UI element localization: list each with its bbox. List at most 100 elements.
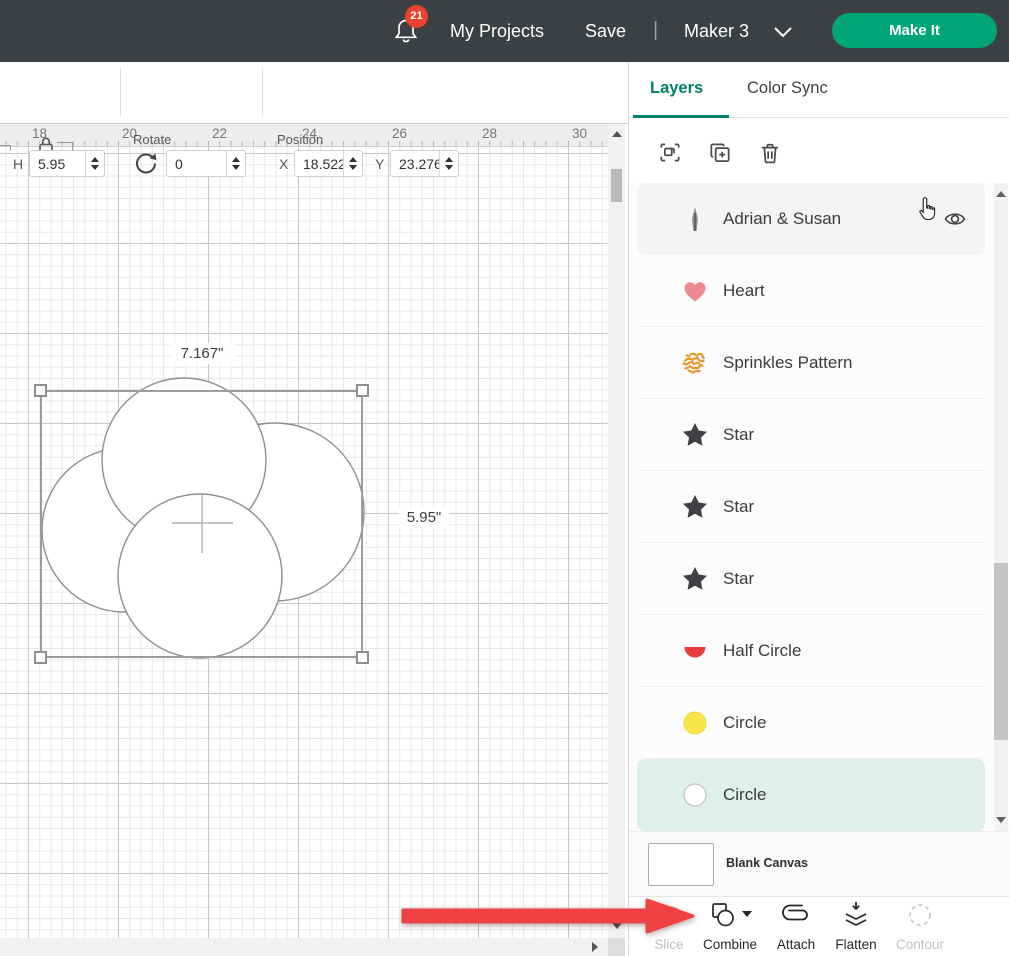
scroll-right-arrow-icon[interactable] <box>592 942 598 952</box>
slice-icon <box>654 901 684 929</box>
layer-label: Star <box>723 425 754 445</box>
save-link[interactable]: Save <box>585 0 626 62</box>
select-all-icon[interactable] <box>657 140 683 166</box>
rotate-input-box <box>166 150 246 177</box>
selection-handle-bottom-right[interactable] <box>356 651 369 664</box>
layer-row-heart[interactable]: Heart <box>637 255 985 327</box>
position-x-input-box <box>294 150 363 177</box>
chevron-down-icon[interactable] <box>773 26 793 38</box>
panel-tabs: Layers Color Sync <box>629 62 1009 118</box>
layer-actions-bar: Slice Combine Attach Flatten <box>629 896 1009 956</box>
position-y-stepper[interactable] <box>439 151 458 176</box>
combine-button[interactable]: Combine <box>697 901 763 952</box>
rotate-icon[interactable] <box>132 149 159 176</box>
flatten-button[interactable]: Flatten <box>823 901 889 952</box>
tab-layers[interactable]: Layers <box>650 79 703 98</box>
selection-handle-top-right[interactable] <box>356 384 369 397</box>
attach-icon <box>779 901 813 929</box>
combine-caret-icon[interactable] <box>742 911 752 917</box>
toolbar-separator <box>120 68 121 116</box>
selection-handle-bottom-left[interactable] <box>34 651 47 664</box>
layer-row-star[interactable]: Star <box>637 399 985 471</box>
ruler-tick-label: 30 <box>572 126 587 141</box>
scroll-down-arrow-icon[interactable] <box>612 923 622 929</box>
scrollbar-corner <box>608 938 625 956</box>
layer-label: Circle <box>723 785 766 805</box>
circle-icon <box>681 709 709 737</box>
rotate-stepper[interactable] <box>226 151 245 176</box>
layers-scrollbar-thumb[interactable] <box>994 563 1008 740</box>
active-tab-underline <box>633 115 729 118</box>
height-stepper[interactable] <box>85 151 104 176</box>
half-circle-icon <box>681 637 709 665</box>
layer-row-circle-white[interactable]: Circle <box>637 759 985 831</box>
layer-row-half-circle[interactable]: Half Circle <box>637 615 985 687</box>
visibility-eye-icon[interactable] <box>943 207 967 231</box>
position-x-input[interactable] <box>295 151 343 176</box>
topbar-divider: | <box>653 0 658 62</box>
my-projects-link[interactable]: My Projects <box>450 0 544 62</box>
layer-row-adrian-susan[interactable]: Adrian & Susan <box>637 183 985 255</box>
size-link-line <box>57 142 73 150</box>
height-input[interactable] <box>30 151 85 176</box>
layer-label: Star <box>723 569 754 589</box>
layers-list: Adrian & Susan Heart <box>629 183 994 831</box>
duplicate-icon[interactable] <box>707 140 733 166</box>
make-it-button[interactable]: Make It <box>832 13 997 48</box>
layer-row-star[interactable]: Star <box>637 471 985 543</box>
notifications-badge: 21 <box>405 5 428 28</box>
layer-row-sprinkles[interactable]: Sprinkles Pattern <box>637 327 985 399</box>
attach-button[interactable]: Attach <box>763 901 829 952</box>
layer-label: Adrian & Susan <box>723 209 841 229</box>
layer-row-circle-yellow[interactable]: Circle <box>637 687 985 759</box>
canvas-horizontal-scrollbar[interactable] <box>0 938 608 956</box>
hand-cursor-icon <box>915 195 941 223</box>
layer-row-star[interactable]: Star <box>637 543 985 615</box>
right-panel: Layers Color Sync <box>628 62 1009 956</box>
script-text-thumbnail-icon <box>681 205 709 233</box>
canvas-vertical-scrollbar[interactable] <box>608 124 625 938</box>
ruler-tick-label: 28 <box>482 126 497 141</box>
selection-width-label: 7.167" <box>170 343 234 364</box>
star-icon <box>681 421 709 449</box>
position-y-input[interactable] <box>391 151 439 176</box>
layers-scrollbar[interactable] <box>994 183 1008 831</box>
selection-bounding-box[interactable] <box>40 390 363 658</box>
position-x-stepper[interactable] <box>343 151 362 176</box>
tab-color-sync[interactable]: Color Sync <box>747 79 828 98</box>
scroll-up-arrow-icon[interactable] <box>996 191 1006 197</box>
heart-icon <box>681 277 709 305</box>
layer-label: Star <box>723 497 754 517</box>
blank-canvas-label: Blank Canvas <box>726 856 808 870</box>
blank-canvas-swatch[interactable] <box>648 843 714 886</box>
blank-canvas-row[interactable]: Blank Canvas <box>629 831 1009 896</box>
scroll-down-arrow-icon[interactable] <box>996 817 1006 823</box>
vertical-scrollbar-thumb[interactable] <box>611 169 622 202</box>
slice-button: Slice <box>636 901 702 952</box>
machine-selector[interactable]: Maker 3 <box>684 0 749 62</box>
combine-icon <box>708 901 738 929</box>
edit-toolbar: H Rotate Position X Y <box>0 62 628 124</box>
selection-handle-top-left[interactable] <box>34 384 47 397</box>
rotate-label: Rotate <box>133 132 171 147</box>
rotate-input[interactable] <box>167 151 226 176</box>
layer-label: Heart <box>723 281 765 301</box>
layer-label: Sprinkles Pattern <box>723 353 852 373</box>
star-icon <box>681 493 709 521</box>
star-icon <box>681 565 709 593</box>
size-link-line <box>0 145 11 151</box>
ruler-tick-label: 26 <box>392 126 407 141</box>
height-label: H <box>13 156 23 172</box>
scroll-up-arrow-icon[interactable] <box>612 131 622 137</box>
contour-button: Contour <box>887 901 953 952</box>
trash-icon[interactable] <box>757 140 783 166</box>
ruler-tick-label: 22 <box>212 126 227 141</box>
sprinkles-pattern-icon <box>681 349 709 377</box>
height-input-box <box>29 150 105 177</box>
toolbar-separator <box>262 68 263 116</box>
position-label: Position <box>277 132 323 147</box>
position-y-input-box <box>390 150 459 177</box>
contour-icon <box>905 901 935 929</box>
top-bar: 21 My Projects Save | Maker 3 Make It <box>0 0 1009 62</box>
selection-height-label: 5.95" <box>399 507 449 528</box>
